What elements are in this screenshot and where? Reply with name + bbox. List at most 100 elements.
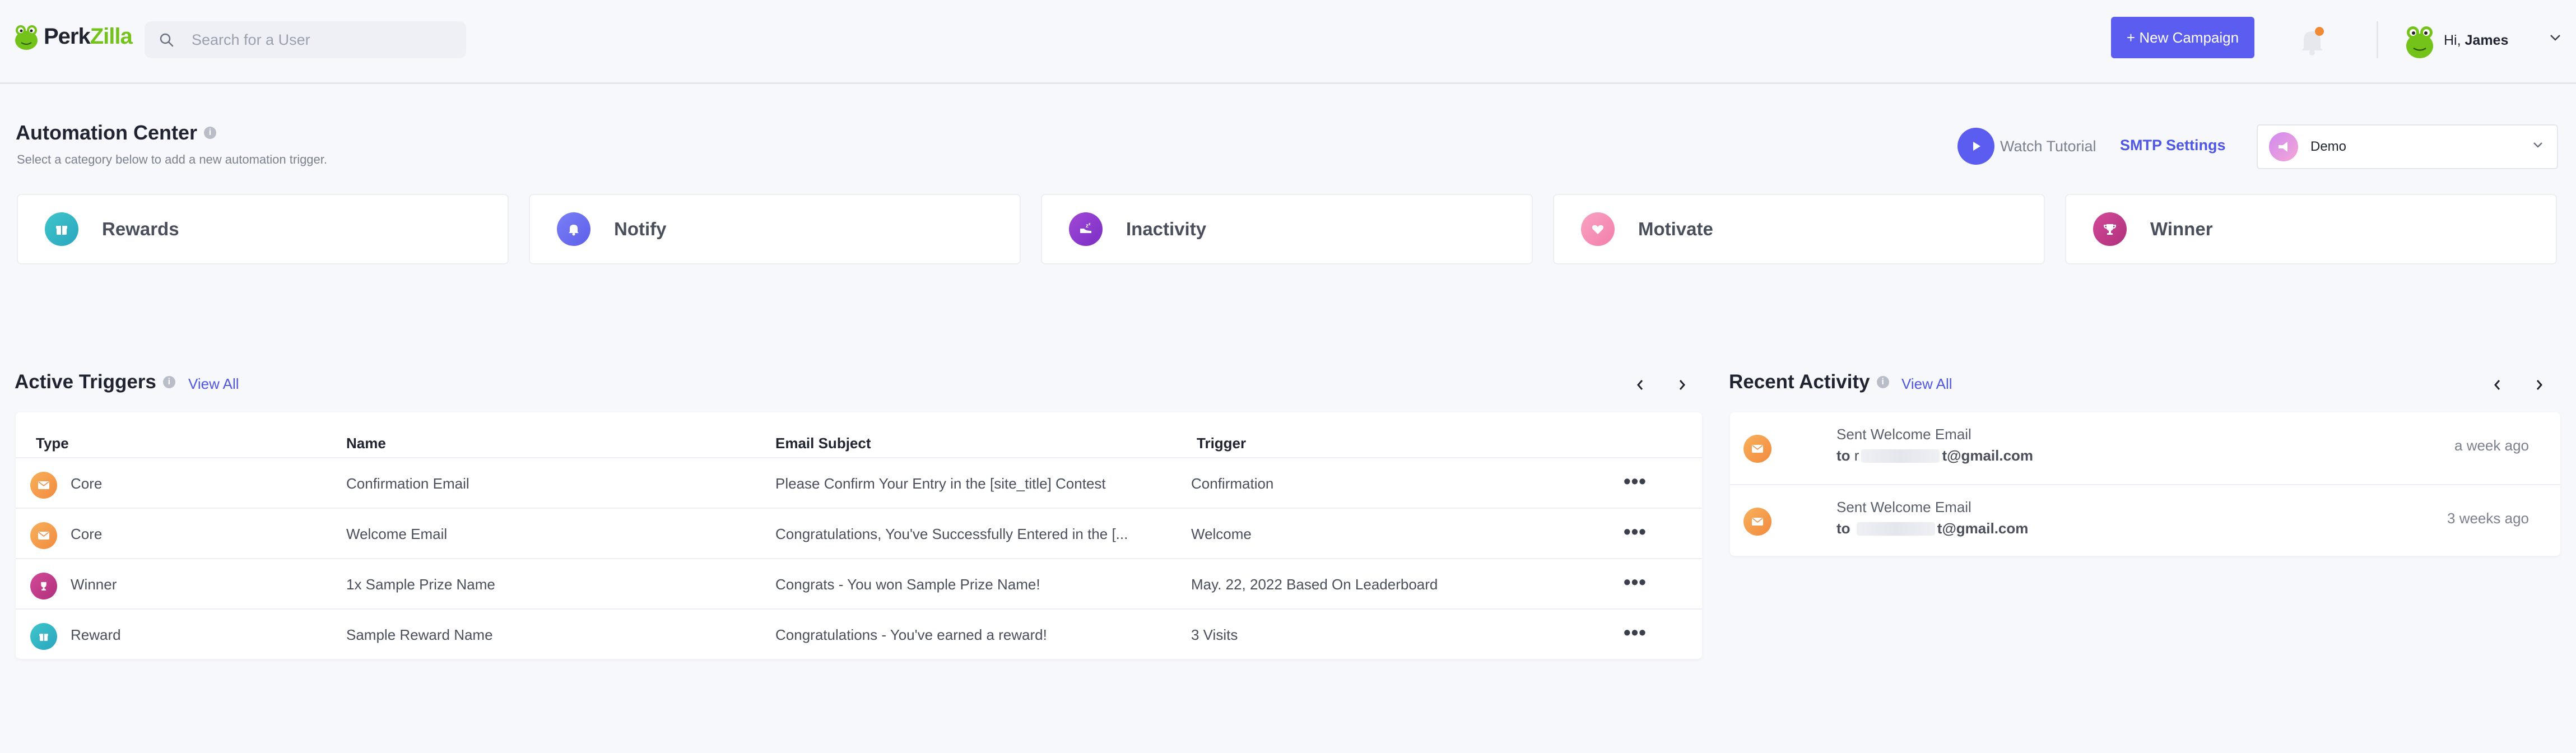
more-options-button[interactable]: •••	[1624, 621, 1647, 644]
gift-icon	[30, 623, 57, 650]
list-item[interactable]: Sent Welcome Email to r t@gmail.com a wee…	[1730, 412, 2560, 484]
list-item[interactable]: Sent Welcome Email to t@gmail.com 3 week…	[1730, 484, 2560, 556]
active-triggers-title: Active Triggers i	[15, 371, 175, 393]
table-row[interactable]: Core Confirmation Email Please Confirm Y…	[16, 457, 1702, 508]
activity-time: 3 weeks ago	[2447, 510, 2529, 527]
info-icon[interactable]: i	[1876, 376, 1889, 388]
campaign-select[interactable]: Demo	[2257, 124, 2558, 169]
table-row[interactable]: Core Welcome Email Congratulations, You'…	[16, 508, 1702, 558]
logo-text: PerkZilla	[44, 24, 133, 49]
top-bar: PerkZilla + New Campaign Hi, James	[0, 0, 2576, 84]
name-cell: 1x Sample Prize Name	[346, 576, 495, 593]
activity-prev-button[interactable]	[2489, 376, 2505, 393]
bell-icon	[557, 212, 590, 246]
email-icon	[1743, 508, 1771, 536]
notifications-button[interactable]	[2299, 26, 2325, 57]
activity-title: Sent Welcome Email	[1836, 499, 1971, 515]
table-row[interactable]: Reward Sample Reward Name Congratulation…	[16, 608, 1702, 659]
type-cell: Core	[71, 475, 103, 492]
category-inactivity[interactable]: zz Inactivity	[1041, 194, 1533, 264]
category-label: Inactivity	[1126, 219, 1207, 239]
avatar	[2406, 26, 2433, 58]
frog-mascot-icon	[15, 25, 38, 50]
category-rewards[interactable]: Rewards	[17, 194, 509, 264]
type-cell: Winner	[71, 576, 117, 593]
activity-recipient: to r t@gmail.com	[1836, 447, 2034, 464]
column-header-type: Type	[36, 435, 69, 452]
category-motivate[interactable]: Motivate	[1553, 194, 2045, 264]
more-options-button[interactable]: •••	[1624, 570, 1647, 594]
user-greeting: Hi, James	[2444, 32, 2509, 48]
name-cell: Sample Reward Name	[346, 626, 493, 643]
user-search[interactable]	[145, 21, 466, 58]
table-row[interactable]: Winner 1x Sample Prize Name Congrats - Y…	[16, 558, 1702, 608]
more-options-button[interactable]: •••	[1624, 520, 1647, 543]
triggers-prev-button[interactable]	[1631, 376, 1648, 393]
subject-cell: Congratulations, You've Successfully Ent…	[775, 526, 1128, 542]
info-icon[interactable]: i	[162, 376, 175, 388]
type-cell: Reward	[71, 626, 121, 643]
page-subtitle: Select a category below to add a new aut…	[17, 152, 328, 166]
activity-list: Sent Welcome Email to r t@gmail.com a wee…	[1730, 412, 2560, 556]
category-label: Winner	[2150, 219, 2213, 239]
trophy-icon	[30, 573, 57, 599]
gift-icon	[45, 212, 78, 246]
recent-activity-title: Recent Activity i	[1729, 371, 1889, 393]
activity-title: Sent Welcome Email	[1836, 426, 1971, 443]
perkzilla-logo[interactable]: PerkZilla	[13, 22, 133, 50]
trigger-cell: Confirmation	[1191, 475, 1274, 492]
heart-icon	[1581, 212, 1615, 246]
search-input[interactable]	[190, 30, 448, 49]
triggers-view-all-link[interactable]: View All	[188, 375, 239, 393]
subject-cell: Congratulations - You've earned a reward…	[775, 626, 1047, 643]
redacted-email	[1856, 522, 1935, 536]
subject-cell: Congrats - You won Sample Prize Name!	[775, 576, 1040, 593]
watch-tutorial-button[interactable]: Watch Tutorial	[1957, 128, 2096, 165]
notification-dot	[2315, 27, 2324, 36]
chevron-down-icon[interactable]	[2549, 34, 2561, 41]
activity-next-button[interactable]	[2531, 376, 2548, 393]
category-notify[interactable]: Notify	[529, 194, 1021, 264]
redacted-email	[1861, 449, 1940, 463]
chevron-down-icon	[2533, 142, 2542, 148]
bell-icon	[2301, 27, 2324, 55]
smtp-settings-link[interactable]: SMTP Settings	[2120, 137, 2226, 154]
megaphone-icon	[2269, 132, 2298, 161]
activity-view-all-link[interactable]: View All	[1901, 375, 1952, 393]
info-icon[interactable]: i	[204, 127, 216, 139]
email-icon	[30, 472, 57, 499]
subject-cell: Please Confirm Your Entry in the [site_t…	[775, 475, 1106, 492]
campaign-select-value: Demo	[2310, 139, 2347, 154]
name-cell: Welcome Email	[346, 526, 448, 542]
play-icon	[1957, 128, 1994, 165]
column-header-subject: Email Subject	[775, 435, 871, 452]
column-header-trigger: Trigger	[1197, 435, 1247, 452]
email-icon	[1743, 435, 1771, 463]
category-label: Notify	[614, 219, 667, 239]
sleep-icon: zz	[1069, 212, 1103, 246]
name-cell: Confirmation Email	[346, 475, 469, 492]
trigger-cell: May. 22, 2022 Based On Leaderboard	[1191, 576, 1438, 593]
chevron-right-icon	[2536, 380, 2542, 390]
trophy-icon	[2093, 212, 2127, 246]
trigger-cell: 3 Visits	[1191, 626, 1238, 643]
chevron-left-icon	[2494, 380, 2500, 390]
new-campaign-button[interactable]: + New Campaign	[2111, 17, 2254, 58]
trigger-cell: Welcome	[1191, 526, 1252, 542]
column-header-name: Name	[346, 435, 386, 452]
email-icon	[30, 522, 57, 549]
triggers-next-button[interactable]	[1674, 376, 1691, 393]
chevron-right-icon	[1679, 380, 1685, 390]
activity-recipient: to t@gmail.com	[1836, 520, 2029, 537]
triggers-table: Type Name Email Subject Trigger Core Con…	[16, 412, 1702, 659]
page-title: Automation Center i	[16, 121, 216, 145]
chevron-left-icon	[1637, 380, 1643, 390]
category-label: Rewards	[102, 219, 179, 239]
user-menu[interactable]: Hi, James	[2403, 21, 2508, 59]
svg-text:z: z	[1089, 222, 1091, 226]
divider	[2377, 21, 2378, 58]
category-winner[interactable]: Winner	[2065, 194, 2557, 264]
search-icon	[160, 33, 174, 47]
watch-tutorial-label: Watch Tutorial	[2000, 137, 2096, 155]
more-options-button[interactable]: •••	[1624, 470, 1647, 493]
